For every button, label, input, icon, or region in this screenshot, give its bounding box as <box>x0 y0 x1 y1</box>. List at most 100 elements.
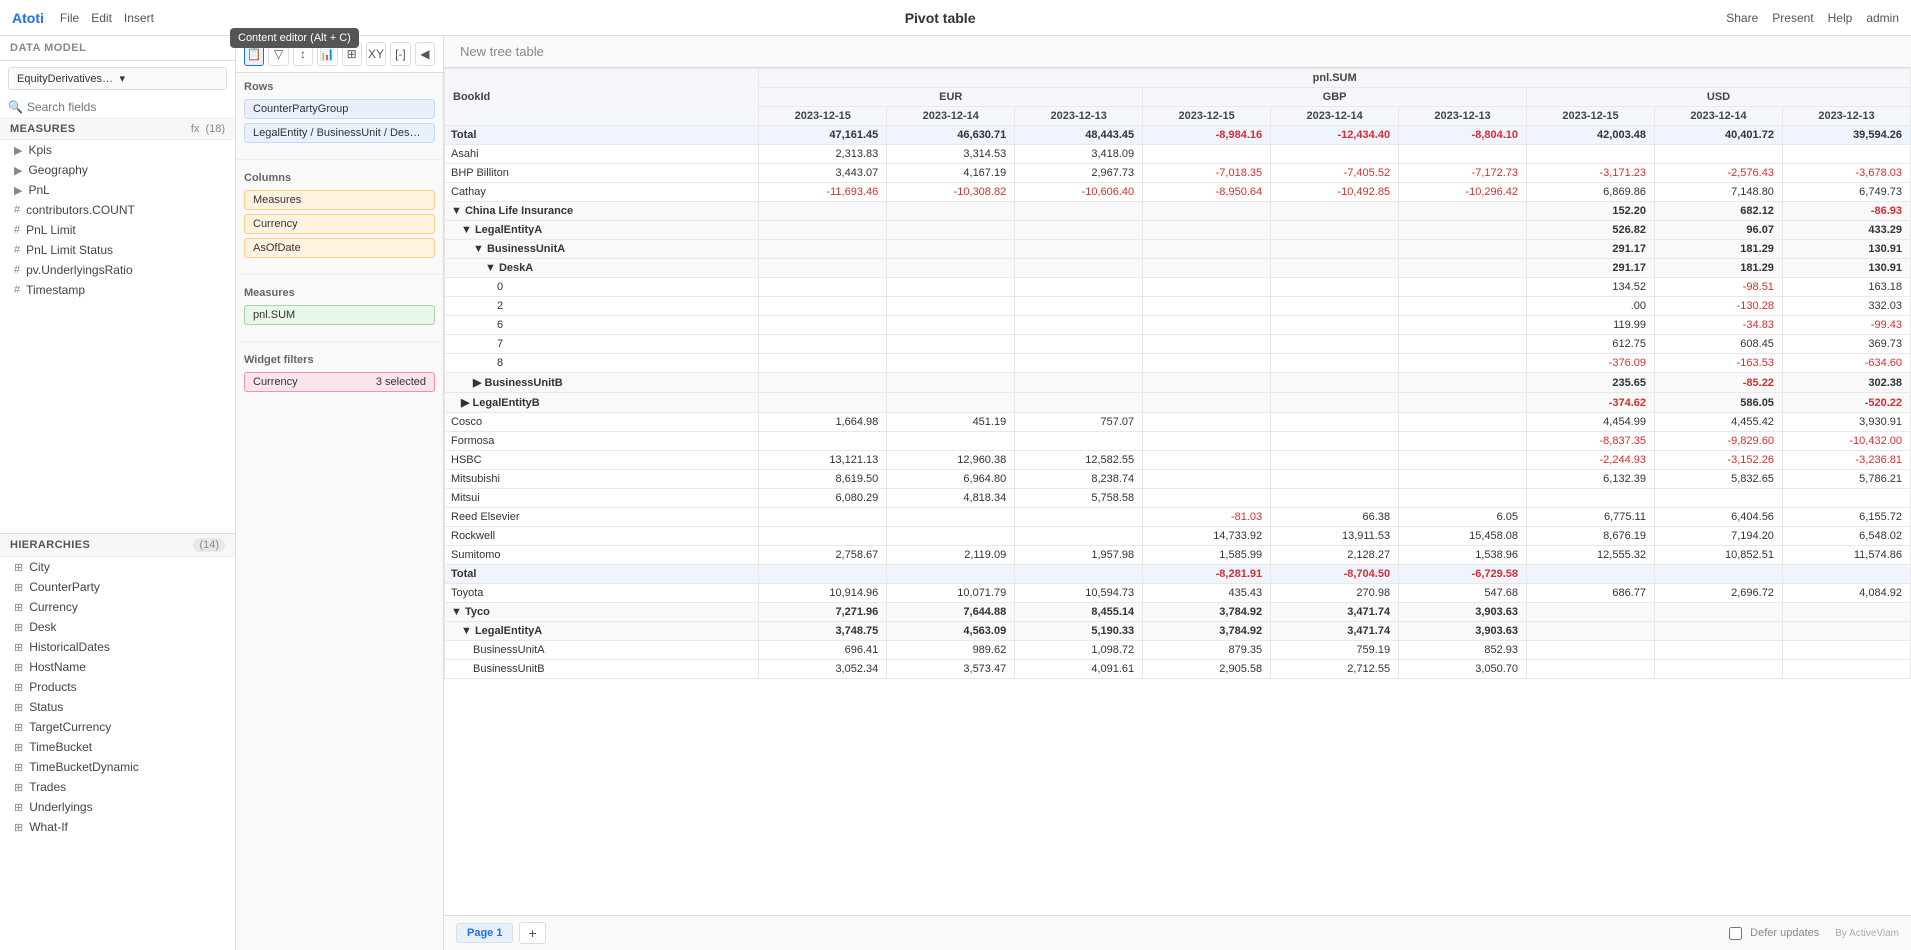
pivot-container[interactable]: BookId pnl.SUM EUR GBP USD 2023-12-15 20… <box>444 68 1911 915</box>
present-button[interactable]: Present <box>1772 11 1813 25</box>
page-1-tab[interactable]: Page 1 <box>456 923 513 943</box>
hierarchy-icon: ⊞ <box>14 561 23 574</box>
sidebar-item-target-currency[interactable]: ⊞ TargetCurrency <box>0 717 235 737</box>
sidebar-item-time-bucket-dynamic[interactable]: ⊞ TimeBucketDynamic <box>0 757 235 777</box>
table-row: Rockwell14,733.9213,911.5315,458.088,676… <box>445 527 1911 546</box>
cell-value: 4,563.09 <box>887 622 1015 641</box>
sidebar-item-time-bucket[interactable]: ⊞ TimeBucket <box>0 737 235 757</box>
cube-chevron-icon: ▾ <box>120 72 219 85</box>
cell-value <box>1143 240 1271 259</box>
row-chip-legalentity[interactable]: LegalEntity / BusinessUnit / Desk / Boo.… <box>244 123 435 143</box>
columns-section: Columns Measures Currency AsOfDate <box>236 164 443 270</box>
collapse-button[interactable]: ◀ <box>415 42 435 66</box>
help-button[interactable]: Help <box>1828 11 1853 25</box>
cell-value <box>1782 622 1910 641</box>
cell-value <box>1399 413 1527 432</box>
defer-label: Defer updates <box>1750 927 1819 939</box>
hierarchy-icon: ⊞ <box>14 781 23 794</box>
sidebar-item-desk[interactable]: ⊞ Desk <box>0 617 235 637</box>
cell-value <box>1527 145 1655 164</box>
sidebar-item-pnl-limit-status[interactable]: # PnL Limit Status <box>0 240 235 260</box>
sidebar-item-contributors-count[interactable]: # contributors.COUNT <box>0 200 235 220</box>
cell-value <box>1527 565 1655 584</box>
search-input[interactable] <box>27 100 227 114</box>
page-title: Pivot table <box>905 10 976 26</box>
sidebar-item-pv-underlyings[interactable]: # pv.UnderlyingsRatio <box>0 260 235 280</box>
row-label: Cathay <box>445 183 759 202</box>
share-button[interactable]: Share <box>1726 11 1758 25</box>
sidebar-item-pnl[interactable]: ▶ PnL <box>0 180 235 200</box>
hash-icon: # <box>14 264 20 276</box>
cell-value <box>887 316 1015 335</box>
sidebar-item-trades[interactable]: ⊞ Trades <box>0 777 235 797</box>
cell-value: -2,244.93 <box>1527 451 1655 470</box>
sidebar-item-geography[interactable]: ▶ Geography <box>0 160 235 180</box>
row-label: Sumitomo <box>445 546 759 565</box>
minus-button[interactable]: [-] <box>390 42 410 66</box>
cell-value <box>1782 603 1910 622</box>
column-chip-measures[interactable]: Measures <box>244 190 435 210</box>
cell-value <box>1143 335 1271 354</box>
usd-date2: 2023-12-14 <box>1654 107 1782 126</box>
sidebar-item-timestamp[interactable]: # Timestamp <box>0 280 235 300</box>
cell-value: 433.29 <box>1782 221 1910 240</box>
admin-button[interactable]: admin <box>1866 11 1899 25</box>
table-row: BusinessUnitA696.41989.621,098.72879.357… <box>445 641 1911 660</box>
row-label: 2 <box>445 297 759 316</box>
menu-file[interactable]: File <box>60 11 79 25</box>
fx-label: fx <box>191 123 200 135</box>
measures-section-header[interactable]: MEASURES fx (18) <box>0 119 235 140</box>
cell-value: 8,676.19 <box>1527 527 1655 546</box>
cell-value: 13,911.53 <box>1271 527 1399 546</box>
cell-value <box>1399 240 1527 259</box>
sidebar-item-products[interactable]: ⊞ Products <box>0 677 235 697</box>
cell-value <box>1271 240 1399 259</box>
cell-value <box>1271 297 1399 316</box>
cube-selector[interactable]: EquityDerivativesCube - Ranch 6.0 ▾ <box>8 67 227 90</box>
cell-value <box>1654 489 1782 508</box>
measures-title: MEASURES <box>10 123 76 135</box>
cell-value: -81.03 <box>1143 508 1271 527</box>
cell-value: 369.73 <box>1782 335 1910 354</box>
add-page-button[interactable]: + <box>519 922 545 944</box>
item-label: Timestamp <box>26 283 225 297</box>
sidebar-item-underlyings[interactable]: ⊞ Underlyings <box>0 797 235 817</box>
sidebar-item-status[interactable]: ⊞ Status <box>0 697 235 717</box>
sidebar-item-kpis[interactable]: ▶ Kpis <box>0 140 235 160</box>
sidebar-item-historical-dates[interactable]: ⊞ HistoricalDates <box>0 637 235 657</box>
cell-value: -7,018.35 <box>1143 164 1271 183</box>
row-label: Toyota <box>445 584 759 603</box>
cell-value: -10,492.85 <box>1271 183 1399 202</box>
sidebar-item-currency[interactable]: ⊞ Currency <box>0 597 235 617</box>
cell-value: 130.91 <box>1782 259 1910 278</box>
cell-value <box>1399 145 1527 164</box>
table-row: Total-8,281.91-8,704.50-6,729.58 <box>445 565 1911 584</box>
sidebar-item-hostname[interactable]: ⊞ HostName <box>0 657 235 677</box>
menu-insert[interactable]: Insert <box>124 11 154 25</box>
sidebar-item-city[interactable]: ⊞ City <box>0 557 235 577</box>
app-name: Atoti <box>12 10 44 26</box>
menu-edit[interactable]: Edit <box>91 11 112 25</box>
sidebar-item-what-if[interactable]: ⊞ What-If <box>0 817 235 837</box>
row-chip-counterpartygroup[interactable]: CounterPartyGroup <box>244 99 435 119</box>
cell-value <box>1782 641 1910 660</box>
hierarchies-header[interactable]: HIERARCHIES (14) <box>0 533 235 557</box>
cell-value <box>1399 278 1527 297</box>
column-chip-asofdate[interactable]: AsOfDate <box>244 238 435 258</box>
sidebar-item-pnl-limit[interactable]: # PnL Limit <box>0 220 235 240</box>
hierarchy-icon: ⊞ <box>14 821 23 834</box>
xy-button[interactable]: XY <box>366 42 386 66</box>
row-label: Reed Elsevier <box>445 508 759 527</box>
measure-chip-pnlsum[interactable]: pnl.SUM <box>244 305 435 325</box>
item-label: Geography <box>28 163 225 177</box>
gbp-date2: 2023-12-14 <box>1271 107 1399 126</box>
column-chip-currency[interactable]: Currency <box>244 214 435 234</box>
filter-chip-currency[interactable]: Currency 3 selected <box>244 372 435 392</box>
cell-value <box>759 565 887 584</box>
rows-label: Rows <box>244 81 435 93</box>
sidebar-item-counterparty[interactable]: ⊞ CounterParty <box>0 577 235 597</box>
cell-value: 163.18 <box>1782 278 1910 297</box>
cell-value <box>1015 565 1143 584</box>
defer-checkbox[interactable] <box>1729 927 1742 940</box>
filter-label: Currency <box>253 376 298 388</box>
